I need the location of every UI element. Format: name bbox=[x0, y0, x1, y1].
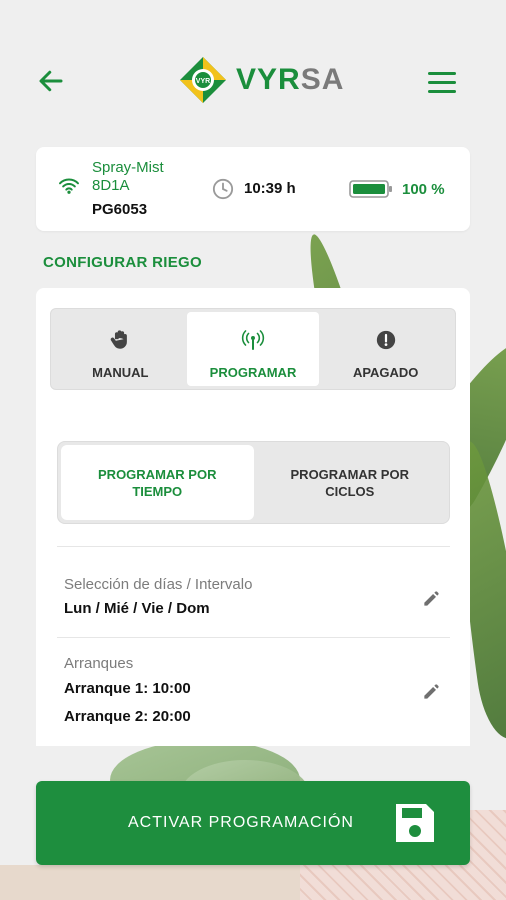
antenna-icon bbox=[241, 330, 265, 350]
mode-manual[interactable]: MANUAL bbox=[54, 312, 187, 386]
divider bbox=[57, 637, 450, 638]
svg-text:VYR: VYR bbox=[196, 78, 210, 85]
device-name: Spray-Mist 8D1A bbox=[92, 159, 164, 194]
device-time: 10:39 h bbox=[244, 180, 296, 197]
days-selection-value: Lun / Mié / Vie / Dom bbox=[64, 600, 210, 617]
alert-icon bbox=[376, 330, 395, 350]
clock-icon bbox=[212, 178, 234, 200]
mode-apagado[interactable]: APAGADO bbox=[319, 312, 452, 386]
days-selection-label: Selección de días / Intervalo bbox=[64, 576, 253, 593]
battery-icon bbox=[349, 180, 392, 198]
mode-programar-label: PROGRAMAR bbox=[209, 365, 297, 380]
activate-program-button[interactable]: ACTIVAR PROGRAMACIÓN bbox=[36, 781, 470, 865]
hand-icon bbox=[111, 330, 128, 349]
divider bbox=[57, 546, 450, 547]
mode-manual-label: MANUAL bbox=[92, 365, 149, 380]
wifi-icon bbox=[59, 178, 79, 194]
mode-apagado-label: APAGADO bbox=[352, 365, 419, 380]
device-id: PG6053 bbox=[92, 201, 148, 218]
mode-programar[interactable]: PROGRAMAR bbox=[186, 312, 320, 386]
arrow-left-icon[interactable] bbox=[36, 66, 66, 96]
start-1-value: Arranque 1: 10:00 bbox=[64, 680, 191, 697]
edit-starts-pencil-icon[interactable] bbox=[421, 682, 441, 702]
battery-percentage: 100 % bbox=[402, 181, 445, 198]
start-2-value: Arranque 2: 20:00 bbox=[64, 708, 191, 725]
program-type-selector: PROGRAMAR POR TIEMPO PROGRAMAR POR CICLO… bbox=[57, 441, 450, 524]
starts-label: Arranques bbox=[64, 655, 134, 672]
save-icon bbox=[396, 804, 434, 842]
brand-name: VYRSA bbox=[236, 63, 345, 96]
section-title: CONFIGURAR RIEGO bbox=[43, 254, 202, 271]
activate-program-label: ACTIVAR PROGRAMACIÓN bbox=[128, 814, 354, 831]
logo-emblem-icon: VYR bbox=[180, 57, 226, 103]
irrigation-config-card: MANUAL PROGRAMAR APAGADO PROGRAMAR POR T… bbox=[36, 288, 470, 746]
top-bar: VYR VYRSA bbox=[0, 50, 506, 110]
brand-logo: VYR VYRSA bbox=[178, 54, 344, 106]
program-by-time-option[interactable]: PROGRAMAR POR TIEMPO bbox=[61, 445, 254, 520]
device-status-card: Spray-Mist 8D1A PG6053 10:39 h 100 % bbox=[36, 147, 470, 231]
program-by-cycles-option[interactable]: PROGRAMAR POR CICLOS bbox=[254, 445, 447, 520]
edit-days-pencil-icon[interactable] bbox=[421, 589, 441, 609]
hamburger-icon[interactable] bbox=[428, 72, 456, 94]
mode-selector: MANUAL PROGRAMAR APAGADO bbox=[50, 308, 456, 390]
